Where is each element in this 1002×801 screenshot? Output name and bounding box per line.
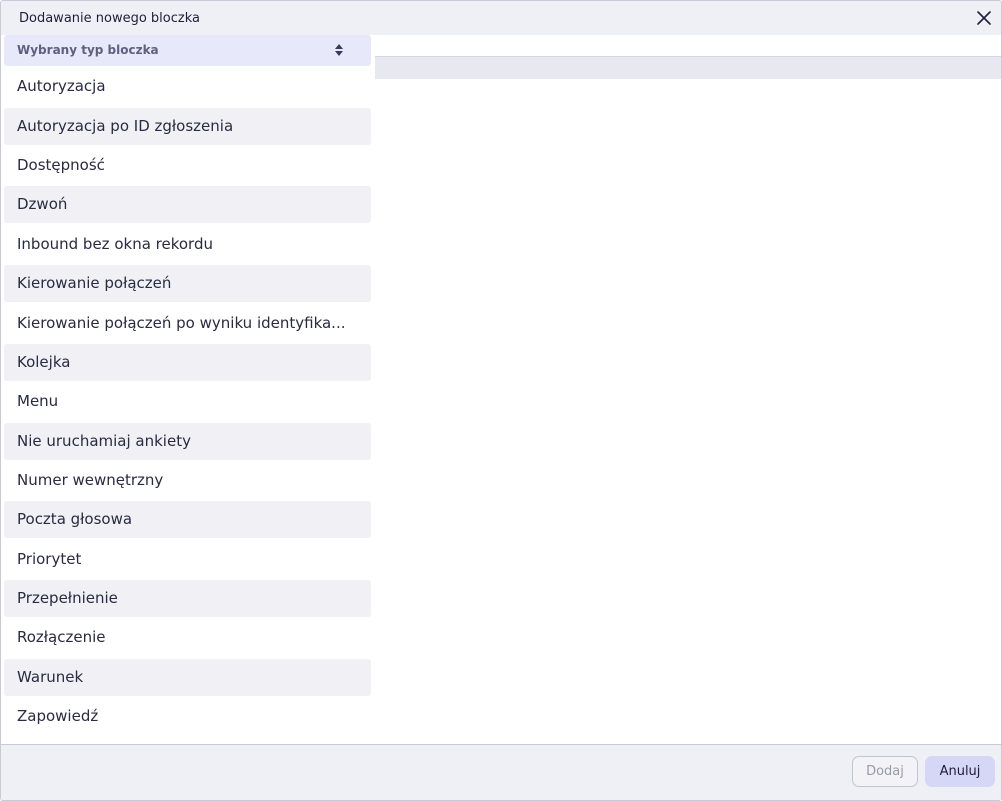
dropdown-option[interactable]: Warunek (4, 658, 371, 696)
dropdown-option[interactable]: Numer wewnętrzny (4, 462, 371, 499)
sort-icon (334, 43, 344, 57)
dropdown-header-label: Wybrany typ bloczka (17, 43, 159, 57)
dropdown-option[interactable]: Autoryzacja (4, 68, 371, 105)
dropdown-option[interactable]: Zapowiedź (4, 698, 371, 735)
dropdown-options-list: Autoryzacja Autoryzacja po ID zgłoszenia… (4, 68, 371, 735)
dropdown-option[interactable]: Priorytet (4, 541, 371, 578)
dropdown-option[interactable]: Kolejka (4, 343, 371, 381)
dropdown-option[interactable]: Dzwoń (4, 186, 371, 224)
dropdown-option[interactable]: Menu (4, 383, 371, 420)
dropdown-option[interactable]: Przepełnienie (4, 580, 371, 618)
dropdown-option[interactable]: Kierowanie połączeń (4, 265, 371, 303)
add-block-dialog: Dodawanie nowego bloczka Wybrany typ blo… (0, 0, 1002, 801)
dropdown-option[interactable]: Nie uruchamiaj ankiety (4, 422, 371, 460)
dropdown-option[interactable]: Dostępność (4, 147, 371, 184)
dialog-title: Dodawanie nowego bloczka (19, 11, 200, 26)
dropdown-option[interactable]: Rozłączenie (4, 619, 371, 656)
dropdown-option[interactable]: Kierowanie połączeń po wyniku identyfika… (4, 305, 371, 342)
dropdown-header[interactable]: Wybrany typ bloczka (4, 35, 371, 66)
dropdown-option[interactable]: Inbound bez okna rekordu (4, 226, 371, 263)
close-button[interactable] (975, 9, 993, 27)
dialog-footer: Dodaj Anuluj (1, 744, 1001, 800)
dropdown-option[interactable]: Autoryzacja po ID zgłoszenia (4, 107, 371, 145)
background-header-strip (375, 57, 1001, 79)
dialog-titlebar: Dodawanie nowego bloczka (1, 1, 1001, 35)
close-icon (977, 11, 991, 25)
block-type-dropdown[interactable]: Wybrany typ bloczka Autoryzacja Autoryza… (4, 35, 371, 736)
cancel-button[interactable]: Anuluj (925, 756, 995, 787)
add-button[interactable]: Dodaj (852, 756, 918, 787)
dropdown-option[interactable]: Poczta głosowa (4, 501, 371, 539)
